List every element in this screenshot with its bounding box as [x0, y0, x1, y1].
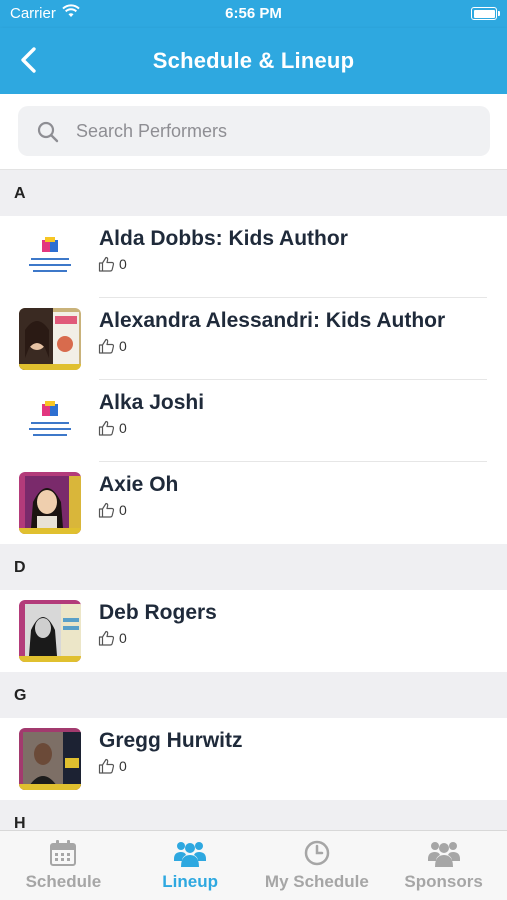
- performer-name: Alexandra Alessandri: Kids Author: [99, 309, 446, 332]
- tab-schedule[interactable]: Schedule: [0, 831, 127, 900]
- search-box[interactable]: [18, 106, 490, 156]
- performer-avatar: [19, 390, 81, 452]
- performer-row[interactable]: Axie Oh 0: [0, 462, 507, 544]
- thumbs-up-icon: [98, 420, 115, 436]
- performer-row[interactable]: Alda Dobbs: Kids Author 0: [0, 216, 507, 298]
- calendar-icon: [49, 839, 77, 872]
- performer-avatar: [19, 728, 81, 790]
- like-count[interactable]: 0: [98, 338, 127, 354]
- section-letter: D: [14, 559, 26, 576]
- performer-avatar: [19, 308, 81, 370]
- like-count[interactable]: 0: [98, 630, 127, 646]
- battery-icon: [471, 7, 500, 20]
- performer-row[interactable]: Alexandra Alessandri: Kids Author 0: [0, 298, 507, 380]
- tab-label: Sponsors: [404, 872, 483, 891]
- section-header: G: [0, 672, 507, 718]
- tab-label: Lineup: [162, 872, 218, 891]
- performer-name: Axie Oh: [99, 473, 179, 496]
- tab-sponsors[interactable]: Sponsors: [380, 831, 507, 900]
- like-count-value: 0: [119, 502, 127, 518]
- like-count[interactable]: 0: [98, 256, 127, 272]
- group-icon: [427, 839, 461, 874]
- like-count-value: 0: [119, 338, 127, 354]
- thumbs-up-icon: [98, 256, 115, 272]
- thumbs-up-icon: [98, 758, 115, 774]
- tab-bar: Schedule Lineup My Schedule Sponsors: [0, 830, 507, 900]
- section-letter: G: [14, 687, 27, 704]
- tab-label: Schedule: [25, 872, 102, 891]
- performer-avatar: [19, 472, 81, 534]
- search-input[interactable]: [76, 106, 476, 156]
- performer-row[interactable]: Gregg Hurwitz 0: [0, 718, 507, 800]
- like-count-value: 0: [119, 420, 127, 436]
- page-title: Schedule & Lineup: [152, 48, 355, 73]
- like-count-value: 0: [119, 256, 127, 272]
- thumbs-up-icon: [98, 502, 115, 518]
- performer-row[interactable]: Deb Rogers 0: [0, 590, 507, 672]
- like-count-value: 0: [119, 758, 127, 774]
- tab-label: My Schedule: [264, 872, 369, 891]
- performer-row[interactable]: Alka Joshi 0: [0, 380, 507, 462]
- like-count-value: 0: [119, 630, 127, 646]
- performer-name: Alda Dobbs: Kids Author: [99, 227, 348, 250]
- performer-avatar: [19, 226, 81, 288]
- performer-name: Gregg Hurwitz: [99, 729, 243, 752]
- section-header: D: [0, 544, 507, 590]
- thumbs-up-icon: [98, 630, 115, 646]
- thumbs-up-icon: [98, 338, 115, 354]
- search-icon: [36, 120, 60, 149]
- clock-icon: [303, 839, 331, 872]
- clock-time: 6:56 PM: [225, 5, 282, 22]
- group-icon: [173, 839, 207, 874]
- section-letter: A: [14, 185, 26, 202]
- performer-avatar: [19, 600, 81, 662]
- tab-my-schedule[interactable]: My Schedule: [254, 831, 381, 900]
- performer-name: Deb Rogers: [99, 601, 217, 624]
- tab-lineup[interactable]: Lineup: [127, 831, 254, 900]
- search-area: [0, 94, 507, 170]
- nav-bar: Schedule & Lineup: [0, 28, 507, 94]
- performer-name: Alka Joshi: [99, 391, 205, 414]
- like-count[interactable]: 0: [98, 420, 127, 436]
- status-bar: Carrier 6:56 PM: [0, 0, 507, 28]
- like-count[interactable]: 0: [98, 502, 127, 518]
- like-count[interactable]: 0: [98, 758, 127, 774]
- section-header: A: [0, 170, 507, 216]
